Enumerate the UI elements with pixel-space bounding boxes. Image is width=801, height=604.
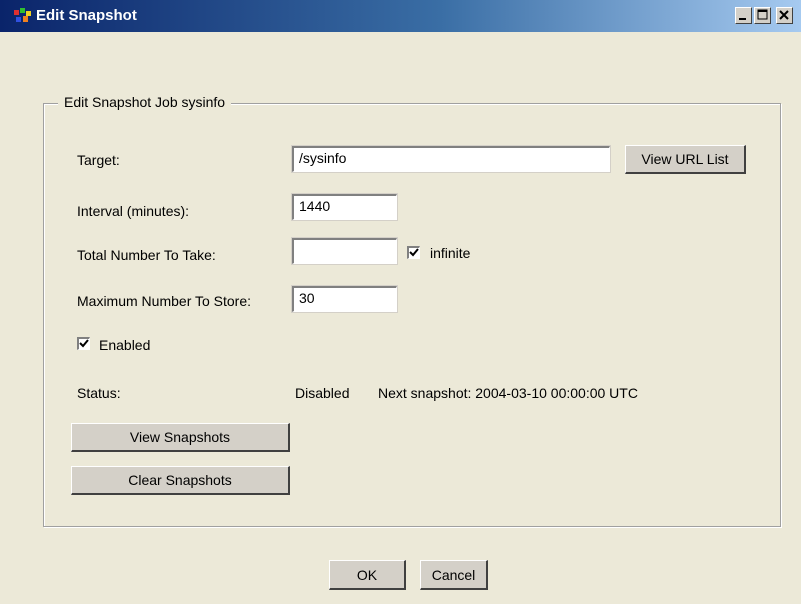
view-snapshots-button[interactable]: View Snapshots bbox=[71, 423, 290, 452]
app-icon bbox=[14, 8, 31, 22]
ok-button[interactable]: OK bbox=[329, 560, 406, 590]
minimize-button[interactable] bbox=[735, 7, 752, 24]
next-snapshot-text: Next snapshot: 2004-03-10 00:00:00 UTC bbox=[378, 385, 638, 401]
close-icon bbox=[779, 10, 789, 20]
interval-label: Interval (minutes): bbox=[77, 203, 190, 219]
edit-snapshot-window: Edit Snapshot Edit Snapshot Job sysinfo … bbox=[0, 0, 801, 604]
status-label: Status: bbox=[77, 385, 121, 401]
groupbox-legend: Edit Snapshot Job sysinfo bbox=[58, 94, 232, 110]
maximize-button[interactable] bbox=[754, 7, 771, 24]
total-number-input[interactable] bbox=[291, 237, 398, 265]
interval-input[interactable]: 1440 bbox=[291, 193, 398, 221]
max-store-input[interactable]: 30 bbox=[291, 285, 398, 313]
view-url-list-button[interactable]: View URL List bbox=[625, 145, 746, 174]
infinite-checkbox[interactable] bbox=[407, 246, 420, 259]
checkmark-icon bbox=[409, 248, 419, 257]
cancel-button[interactable]: Cancel bbox=[420, 560, 488, 590]
close-button[interactable] bbox=[776, 7, 793, 24]
infinite-label: infinite bbox=[430, 245, 471, 261]
clear-snapshots-button[interactable]: Clear Snapshots bbox=[71, 466, 290, 495]
title-bar[interactable]: Edit Snapshot bbox=[0, 0, 801, 32]
maximize-icon bbox=[757, 9, 768, 20]
minimize-icon bbox=[739, 18, 746, 20]
checkmark-icon bbox=[79, 339, 89, 348]
total-number-label: Total Number To Take: bbox=[77, 247, 216, 263]
target-label: Target: bbox=[77, 152, 120, 168]
enabled-label: Enabled bbox=[99, 337, 151, 353]
target-input[interactable]: /sysinfo bbox=[291, 145, 611, 173]
status-value: Disabled bbox=[295, 385, 350, 401]
window-title: Edit Snapshot bbox=[36, 7, 137, 24]
enabled-checkbox[interactable] bbox=[77, 337, 90, 350]
max-store-label: Maximum Number To Store: bbox=[77, 293, 252, 309]
